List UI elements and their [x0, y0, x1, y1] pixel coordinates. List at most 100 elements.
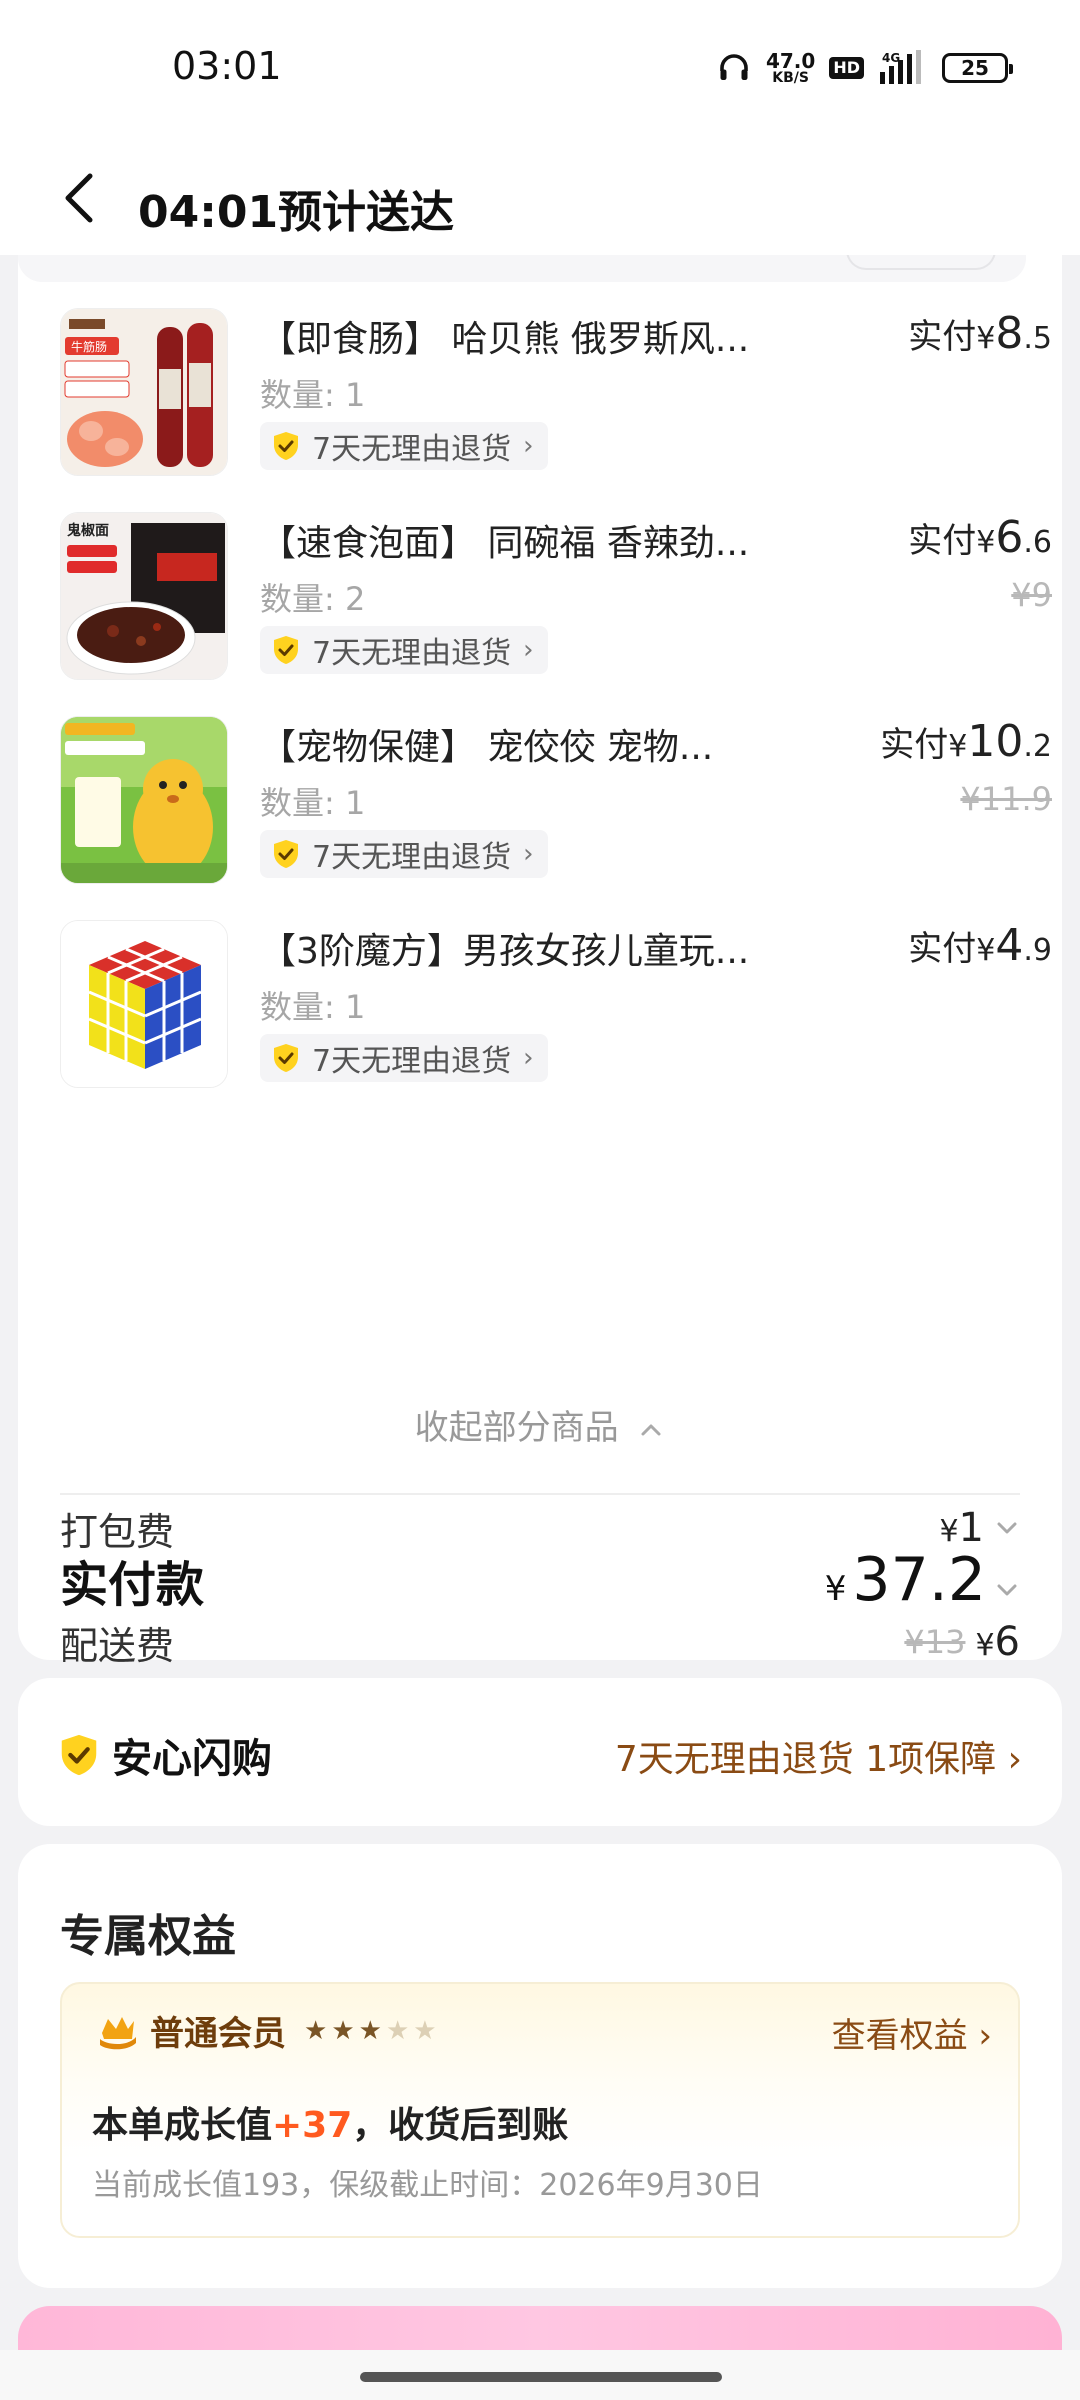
- hd-badge: HD: [829, 57, 864, 79]
- delivery-fee-label: 配送费: [60, 1623, 175, 1668]
- return-policy-tag[interactable]: 7天无理由退货 ›: [260, 830, 548, 878]
- delivery-fee-value: ¥13 ¥6: [904, 1619, 1020, 1665]
- price-decimal: .5: [1023, 321, 1052, 356]
- star-empty-icon: ★: [413, 2015, 437, 2046]
- signal-4g-icon: 4G: [880, 50, 921, 84]
- item-name: 【宠物保健】 宠佼佼 宠物...: [260, 727, 714, 768]
- chevron-right-icon: ›: [1007, 1739, 1022, 1780]
- chevron-right-icon: ›: [523, 1043, 534, 1073]
- order-item[interactable]: 【宠物保健】 宠佼佼 宠物... 数量: 1 7天无理由退货 › 实付¥10.2…: [60, 716, 1052, 896]
- price-integer: 8: [995, 308, 1024, 359]
- guarantee-badge: 安心闪购: [56, 1726, 272, 1784]
- chevron-right-icon: ›: [523, 839, 534, 869]
- network-speed: 47.0 KB/S: [766, 51, 815, 85]
- star-empty-icon: ★: [385, 2015, 410, 2046]
- total-label: 实付款: [60, 1557, 205, 1613]
- item-price: 实付¥8.5: [908, 308, 1052, 359]
- item-name: 【速食泡面】 同碗福 香辣劲...: [260, 523, 750, 564]
- home-indicator[interactable]: [360, 2372, 722, 2382]
- star-filled-icon: ★: [331, 2015, 355, 2046]
- currency-symbol: ¥: [976, 321, 996, 356]
- shield-check-icon: [274, 1044, 298, 1072]
- shield-check-icon: [274, 636, 298, 664]
- crown-hand-icon: [100, 2016, 136, 2049]
- svg-text:牛筋肠: 牛筋肠: [71, 339, 107, 354]
- collapse-items-button[interactable]: 收起部分商品: [18, 1400, 1062, 1449]
- svg-text:鬼椒面: 鬼椒面: [67, 522, 109, 539]
- battery-level: 25: [961, 56, 989, 80]
- price-decimal: .2: [1023, 729, 1052, 764]
- item-quantity: 数量: 1: [260, 376, 366, 414]
- chevron-down-icon: [997, 1522, 1017, 1534]
- page-header: 04:01预计送达: [0, 140, 1080, 255]
- chevron-up-icon: [641, 1424, 661, 1435]
- network-speed-value: 47.0: [765, 49, 816, 73]
- return-policy-label: 7天无理由退货: [312, 840, 512, 875]
- benefits-title: 专属权益: [60, 1911, 236, 1962]
- guarantee-detail-label: 7天无理由退货 1项保障: [614, 1739, 997, 1780]
- delivery-fee-amount: 6: [994, 1619, 1020, 1665]
- guarantee-card[interactable]: 安心闪购 7天无理由退货 1项保障 ›: [18, 1678, 1062, 1826]
- view-benefits-label: 查看权益: [831, 2016, 968, 2056]
- guarantee-detail-link[interactable]: 7天无理由退货 1项保障 ›: [615, 1730, 1022, 1782]
- price-decimal: .6: [1023, 525, 1052, 560]
- collapse-items-label: 收起部分商品: [414, 1408, 619, 1448]
- growth-value-line: 本单成长值+37，收货后到账: [92, 2096, 568, 2148]
- member-stars: ★ ★ ★ ★ ★: [304, 2018, 437, 2044]
- price-decimal: .9: [1023, 933, 1052, 968]
- view-benefits-link[interactable]: 查看权益 ›: [832, 2008, 992, 2057]
- shield-check-icon: [274, 840, 298, 868]
- return-policy-label: 7天无理由退货: [312, 432, 512, 467]
- currency-symbol: ¥: [975, 1628, 995, 1663]
- item-name: 【即食肠】 哈贝熊 俄罗斯风...: [260, 319, 750, 360]
- instant-noodle-product-image[interactable]: 鬼椒面: [60, 512, 228, 680]
- chevron-right-icon: ›: [523, 431, 534, 461]
- growth-prefix: 本单成长值: [92, 2105, 273, 2146]
- return-policy-label: 7天无理由退货: [312, 636, 512, 671]
- growth-suffix: ，收货后到账: [352, 2105, 569, 2146]
- guarantee-title: 安心闪购: [112, 1736, 272, 1782]
- sausage-product-image[interactable]: 牛筋肠: [60, 308, 228, 476]
- currency-symbol: ¥: [976, 933, 996, 968]
- order-item[interactable]: 鬼椒面 【速食泡面】 同碗福 香辣劲... 数量: 2 7天无理由退货 › 实付…: [60, 512, 1052, 692]
- price-integer: 4: [995, 920, 1024, 971]
- star-filled-icon: ★: [358, 2015, 382, 2046]
- item-price: 实付¥6.6: [908, 512, 1052, 563]
- price-label: 实付: [908, 317, 977, 357]
- price-integer: 10: [967, 716, 1024, 767]
- return-policy-tag[interactable]: 7天无理由退货 ›: [260, 422, 548, 470]
- item-price: 实付¥10.2: [880, 716, 1052, 767]
- item-name: 【3阶魔方】男孩女孩儿童玩...: [260, 931, 750, 972]
- total-amount: ¥ 37.2: [825, 1545, 1020, 1615]
- chevron-down-icon: [997, 1584, 1017, 1596]
- divider: [60, 1493, 1020, 1495]
- order-items-card: 牛筋肠 【即食肠】 哈贝熊 俄罗斯风... 数量: 1 7天无理由退货 › 实付…: [18, 240, 1062, 1668]
- rubiks-cube-product-image[interactable]: [60, 920, 228, 1088]
- pet-health-product-image[interactable]: [60, 716, 228, 884]
- growth-value: +37: [272, 2105, 353, 2146]
- total-value: 37.2: [852, 1545, 986, 1615]
- original-price: ¥11.9: [960, 780, 1052, 818]
- chevron-right-icon: ›: [523, 635, 534, 665]
- star-filled-icon: ★: [304, 2015, 328, 2046]
- battery-icon: 25: [942, 53, 1013, 83]
- item-quantity: 数量: 1: [260, 784, 366, 822]
- order-item[interactable]: 【3阶魔方】男孩女孩儿童玩... 数量: 1 7天无理由退货 › 实付¥4.9: [60, 920, 1052, 1100]
- signal-network-label: 4G: [882, 51, 900, 65]
- member-benefits-box: 普通会员 ★ ★ ★ ★ ★ 查看权益 › 本单成长值+37，收货后到账 当前成…: [60, 1982, 1020, 2238]
- currency-symbol: ¥: [824, 1569, 847, 1609]
- delivery-fee-row: 配送费 ¥13 ¥6: [60, 1612, 1020, 1672]
- item-quantity: 数量: 1: [260, 988, 366, 1026]
- back-arrow-icon[interactable]: [50, 166, 110, 226]
- currency-symbol: ¥: [976, 525, 996, 560]
- item-quantity: 数量: 2: [260, 580, 366, 618]
- status-icons: 47.0 KB/S HD 4G 25: [716, 46, 1013, 90]
- order-item[interactable]: 牛筋肠 【即食肠】 哈贝熊 俄罗斯风... 数量: 1 7天无理由退货 › 实付…: [60, 308, 1052, 488]
- return-policy-tag[interactable]: 7天无理由退货 ›: [260, 626, 548, 674]
- status-bar: 03:01 47.0 KB/S HD 4G 25: [0, 0, 1080, 140]
- shield-check-icon: [274, 432, 298, 460]
- total-row[interactable]: 实付款 ¥ 37.2: [60, 1540, 1020, 1620]
- status-time: 03:01: [172, 44, 282, 88]
- return-policy-tag[interactable]: 7天无理由退货 ›: [260, 1034, 548, 1082]
- member-level: 普通会员 ★ ★ ★ ★ ★: [96, 2006, 437, 2055]
